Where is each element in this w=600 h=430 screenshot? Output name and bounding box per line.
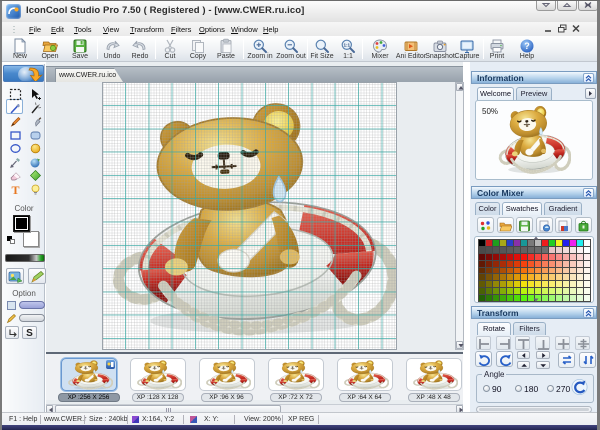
svg-text:T: T	[11, 183, 19, 196]
svg-text:?: ?	[524, 41, 530, 51]
svg-text:1:1: 1:1	[343, 43, 350, 48]
